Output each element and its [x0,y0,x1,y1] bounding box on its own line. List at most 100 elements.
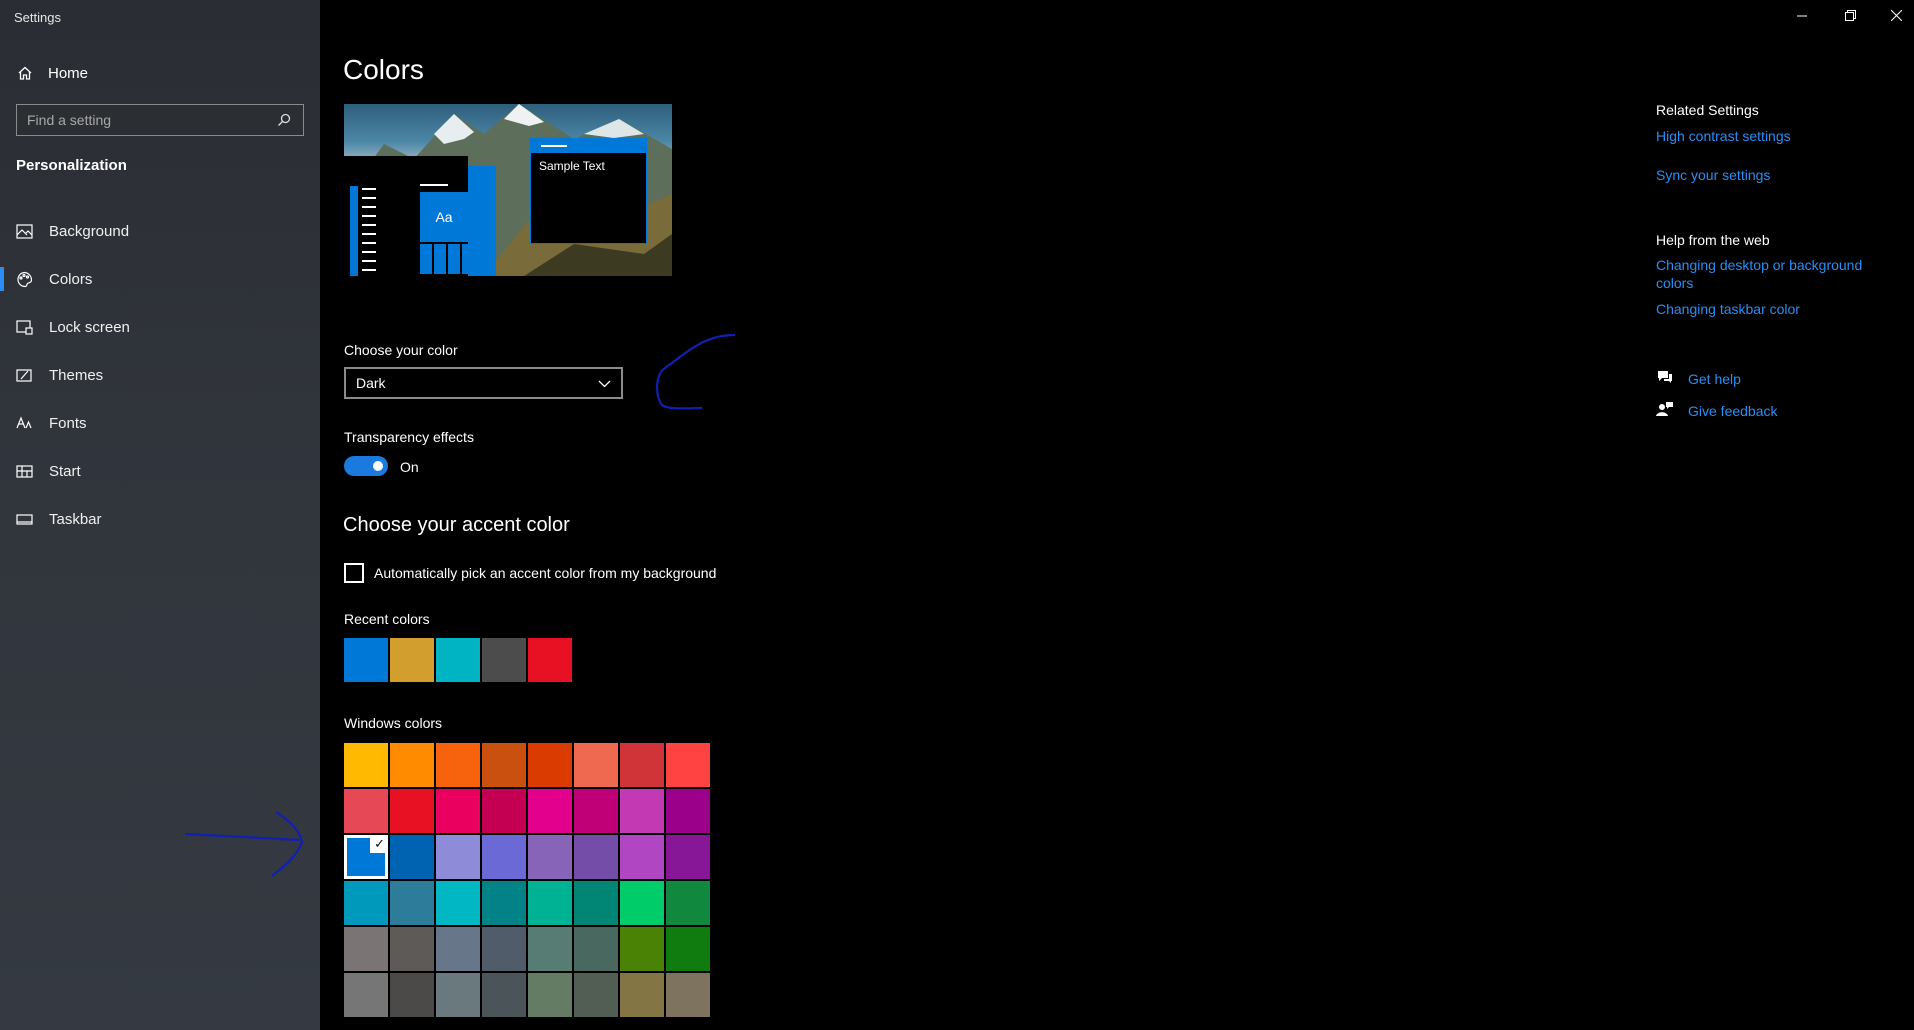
windows-color-swatch[interactable] [436,789,480,833]
windows-color-swatch[interactable] [574,835,618,879]
windows-color-swatch[interactable] [390,743,434,787]
themes-icon [15,366,33,384]
taskbar-icon [15,510,33,528]
section-title: Personalization [16,157,127,174]
windows-color-swatch[interactable] [390,881,434,925]
page-title: Colors [343,54,424,85]
windows-color-swatch[interactable] [482,927,526,971]
windows-color-swatch[interactable] [344,743,388,787]
windows-color-swatch[interactable] [574,927,618,971]
windows-color-swatch[interactable] [482,743,526,787]
sidebar-item-fonts[interactable]: Fonts [0,399,320,447]
lock-screen-icon [15,318,33,336]
windows-color-swatch[interactable] [390,973,434,1017]
windows-color-swatch[interactable] [482,835,526,879]
home-label: Home [48,64,89,82]
windows-color-swatch[interactable] [666,743,710,787]
home-icon [16,64,34,82]
sidebar-item-label: Lock screen [49,318,130,336]
high-contrast-link[interactable]: High contrast settings [1656,127,1896,145]
windows-color-swatch[interactable] [390,927,434,971]
windows-color-swatch[interactable] [482,973,526,1017]
windows-color-swatch[interactable] [620,743,664,787]
windows-color-swatch[interactable] [574,743,618,787]
sidebar-item-label: Start [49,462,81,480]
windows-color-swatch[interactable] [620,973,664,1017]
transparency-toggle[interactable] [344,456,388,476]
get-help-row[interactable]: Get help [1656,369,1896,388]
windows-color-swatch[interactable] [436,881,480,925]
search-icon[interactable] [275,111,293,129]
windows-colors-grid: ✓ [344,743,710,1017]
windows-color-swatch[interactable] [528,743,572,787]
windows-color-swatch[interactable] [528,881,572,925]
windows-color-swatch[interactable] [390,789,434,833]
recent-color-swatch[interactable] [390,638,434,682]
feedback-person-icon [1656,401,1674,420]
sidebar-nav: Background Colors Lock screen Themes Fon… [0,207,320,543]
windows-color-swatch[interactable] [528,927,572,971]
minimize-icon [1797,8,1807,26]
right-panel: Related Settings High contrast settings … [1656,102,1896,420]
search-input[interactable] [27,112,275,128]
sidebar-item-lock-screen[interactable]: Lock screen [0,303,320,351]
sidebar-item-label: Fonts [49,414,87,432]
auto-pick-row: Automatically pick an accent color from … [344,563,716,583]
windows-color-swatch[interactable] [344,881,388,925]
windows-color-swatch[interactable] [620,835,664,879]
close-button[interactable] [1876,4,1914,30]
windows-color-swatch[interactable] [666,789,710,833]
help-link-desktop-colors[interactable]: Changing desktop or background colors [1656,256,1896,292]
windows-color-swatch[interactable] [528,835,572,879]
restore-button[interactable] [1830,4,1870,30]
windows-color-swatch[interactable] [574,789,618,833]
minimize-button[interactable] [1782,4,1822,30]
windows-colors-label: Windows colors [344,715,443,731]
windows-color-swatch[interactable] [528,789,572,833]
recent-color-swatch[interactable] [528,638,572,682]
auto-pick-checkbox[interactable] [344,563,364,583]
chevron-down-icon [598,375,611,391]
help-link-taskbar-color[interactable]: Changing taskbar color [1656,300,1896,318]
app-title: Settings [14,10,61,25]
windows-color-swatch[interactable] [666,973,710,1017]
sidebar-item-themes[interactable]: Themes [0,351,320,399]
windows-color-swatch[interactable] [666,927,710,971]
windows-color-swatch[interactable] [666,835,710,879]
give-feedback-row[interactable]: Give feedback [1656,401,1896,420]
windows-color-swatch[interactable] [528,973,572,1017]
windows-color-swatch[interactable] [344,789,388,833]
windows-color-swatch[interactable] [620,881,664,925]
windows-color-swatch[interactable] [482,881,526,925]
transparency-state: On [400,459,419,475]
windows-color-swatch[interactable] [436,835,480,879]
windows-color-swatch[interactable] [620,927,664,971]
recent-color-swatch[interactable] [344,638,388,682]
sidebar-item-background[interactable]: Background [0,207,320,255]
recent-color-swatch[interactable] [436,638,480,682]
windows-color-swatch[interactable] [436,927,480,971]
sidebar-item-label: Background [49,222,130,240]
windows-color-swatch[interactable] [666,881,710,925]
windows-color-swatch[interactable] [574,973,618,1017]
sidebar-item-start[interactable]: Start [0,447,320,495]
recent-color-swatch[interactable] [482,638,526,682]
windows-color-swatch[interactable] [436,743,480,787]
windows-color-swatch[interactable]: ✓ [344,835,388,879]
sidebar-item-colors[interactable]: Colors [0,255,320,303]
sidebar-item-taskbar[interactable]: Taskbar [0,495,320,543]
close-icon [1890,8,1902,26]
windows-color-swatch[interactable] [344,927,388,971]
windows-color-swatch[interactable] [482,789,526,833]
give-feedback-link[interactable]: Give feedback [1688,402,1778,420]
choose-color-dropdown[interactable]: Dark [344,367,623,399]
windows-color-swatch[interactable] [620,789,664,833]
sync-settings-link[interactable]: Sync your settings [1656,166,1896,184]
windows-color-swatch[interactable] [344,973,388,1017]
get-help-link[interactable]: Get help [1688,370,1741,388]
recent-colors [344,638,572,682]
windows-color-swatch[interactable] [574,881,618,925]
windows-color-swatch[interactable] [436,973,480,1017]
sidebar-item-home[interactable]: Home [16,62,88,84]
windows-color-swatch[interactable] [390,835,434,879]
